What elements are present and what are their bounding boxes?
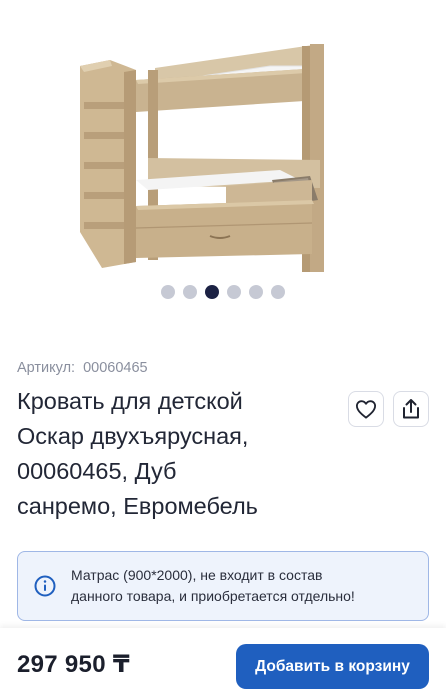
product-gallery[interactable]: [0, 0, 446, 330]
mattress-notice: Матрас (900*2000), не входит в состав да…: [17, 551, 429, 621]
product-image[interactable]: [40, 10, 406, 272]
sku-row: Артикул: 00060465: [17, 360, 148, 376]
notice-line: данного товара, и приобретается отдельно…: [71, 588, 355, 604]
sku-value: 00060465: [83, 360, 148, 376]
title-line: санремо, Евромебель: [17, 493, 258, 519]
notice-line: Матрас (900*2000), не входит в состав: [71, 567, 323, 583]
title-line: 00060465, Дуб: [17, 458, 177, 484]
product-title: Кровать для детской Оскар двухъярусная, …: [17, 384, 337, 524]
price: 297 950 ₸: [17, 651, 130, 678]
gallery-dot[interactable]: [183, 285, 197, 299]
gallery-dot[interactable]: [271, 285, 285, 299]
favorite-button[interactable]: [348, 391, 384, 427]
add-to-cart-button[interactable]: Добавить в корзину: [236, 644, 429, 689]
gallery-dot[interactable]: [227, 285, 241, 299]
gallery-dot-active[interactable]: [205, 285, 219, 299]
gallery-pagination: [0, 285, 446, 299]
gallery-dot[interactable]: [161, 285, 175, 299]
heart-icon: [355, 400, 376, 419]
share-icon: [403, 399, 419, 419]
notice-text: Матрас (900*2000), не входит в состав да…: [71, 565, 355, 607]
sku-label: Артикул:: [17, 360, 76, 376]
title-line: Оскар двухъярусная,: [17, 423, 249, 449]
share-button[interactable]: [393, 391, 429, 427]
purchase-bar: 297 950 ₸ Добавить в корзину: [0, 628, 446, 699]
title-line: Кровать для детской: [17, 388, 243, 414]
gallery-dot[interactable]: [249, 285, 263, 299]
info-icon: [34, 575, 56, 597]
